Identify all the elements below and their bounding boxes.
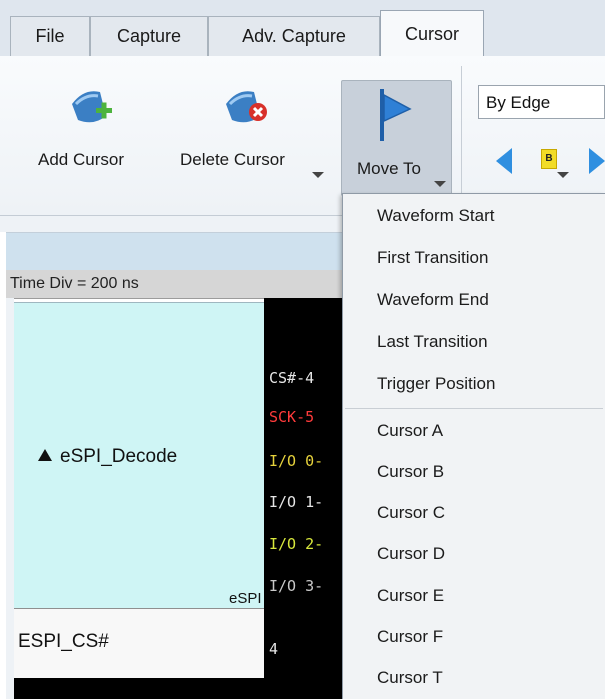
tab-capture[interactable]: Capture xyxy=(90,16,208,56)
ribbon-panel: Add Cursor Delete Cursor Move To B xyxy=(0,56,605,216)
tab-adv-capture[interactable]: Adv. Capture xyxy=(208,16,380,56)
delete-cursor-button[interactable]: Delete Cursor xyxy=(172,76,332,184)
add-cursor-button[interactable]: Add Cursor xyxy=(30,76,156,184)
menu-item-last-transition[interactable]: Last Transition xyxy=(377,332,488,352)
signal-label: I/O 0- xyxy=(269,452,324,470)
edge-mode-select[interactable]: By Edge xyxy=(478,85,605,119)
menu-separator xyxy=(345,408,603,409)
signal-label: I/O 2- xyxy=(269,535,324,553)
waveform-area[interactable]: CS#-4 SCK-5 I/O 0- I/O 1- I/O 2- I/O 3- … xyxy=(264,298,344,699)
tab-file-label: File xyxy=(35,26,65,46)
ribbon-group-divider xyxy=(461,66,462,204)
chevron-down-icon xyxy=(312,172,324,178)
next-edge-icon[interactable] xyxy=(585,146,605,176)
menu-item-cursor-b[interactable]: Cursor B xyxy=(377,462,444,482)
ribbon-tab-strip: File Capture Adv. Capture Cursor xyxy=(0,0,605,57)
menu-item-first-transition[interactable]: First Transition xyxy=(377,248,488,268)
decode-signal-row[interactable]: eSPI_Decode eSPI xyxy=(14,302,264,609)
decode-name: eSPI_Decode xyxy=(60,446,178,467)
signal-label: SCK-5 xyxy=(269,408,315,426)
menu-item-cursor-d[interactable]: Cursor D xyxy=(377,544,445,564)
tab-cursor-label: Cursor xyxy=(404,23,459,44)
add-cursor-icon xyxy=(72,91,112,123)
delete-cursor-label: Delete Cursor xyxy=(180,150,285,169)
menu-item-cursor-c[interactable]: Cursor C xyxy=(377,503,445,523)
collapse-triangle-icon[interactable] xyxy=(38,449,52,461)
tab-cursor[interactable]: Cursor xyxy=(380,10,484,57)
delete-cursor-icon xyxy=(226,91,267,123)
cursor-selector-badge[interactable]: B xyxy=(541,149,557,169)
time-div-bar: Time Div = 200 ns xyxy=(6,270,346,299)
add-cursor-label: Add Cursor xyxy=(38,150,124,169)
cs-value: 4 xyxy=(269,640,279,658)
chevron-down-icon xyxy=(557,172,569,178)
panel-frame xyxy=(6,298,14,699)
menu-item-cursor-t[interactable]: Cursor T xyxy=(377,668,443,688)
cursor-selector-label: B xyxy=(545,153,553,164)
menu-item-waveform-end[interactable]: Waveform End xyxy=(377,290,489,310)
previous-edge-icon[interactable] xyxy=(492,146,516,176)
menu-item-cursor-a[interactable]: Cursor A xyxy=(377,421,443,441)
time-div-label: Time Div = 200 ns xyxy=(10,275,139,292)
decode-clipped-text: eSPI xyxy=(229,590,262,607)
flag-icon xyxy=(380,89,412,141)
move-to-button[interactable]: Move To xyxy=(341,80,452,196)
tab-adv-capture-label: Adv. Capture xyxy=(242,26,346,46)
menu-item-waveform-start[interactable]: Waveform Start xyxy=(377,206,494,226)
move-to-label: Move To xyxy=(357,159,421,178)
menu-item-cursor-e[interactable]: Cursor E xyxy=(377,586,444,606)
tab-capture-label: Capture xyxy=(116,26,182,46)
decode-group-label[interactable]: eSPI_Decode xyxy=(38,446,177,468)
tab-file[interactable]: File xyxy=(10,16,90,56)
menu-item-cursor-f[interactable]: Cursor F xyxy=(377,627,443,647)
signal-row-next xyxy=(14,678,264,699)
edge-mode-value: By Edge xyxy=(486,93,551,112)
signal-label: CS#-4 xyxy=(269,369,315,387)
chevron-down-icon xyxy=(434,181,446,187)
signal-label: I/O 3- xyxy=(269,577,324,595)
signal-label: I/O 1- xyxy=(269,493,324,511)
panel-header xyxy=(6,232,346,271)
move-to-menu: Waveform Start First Transition Waveform… xyxy=(342,193,605,699)
menu-item-trigger-position[interactable]: Trigger Position xyxy=(377,374,495,394)
signal-row-cs[interactable]: ESPI_CS# xyxy=(14,608,264,680)
signal-name: ESPI_CS# xyxy=(18,631,109,652)
